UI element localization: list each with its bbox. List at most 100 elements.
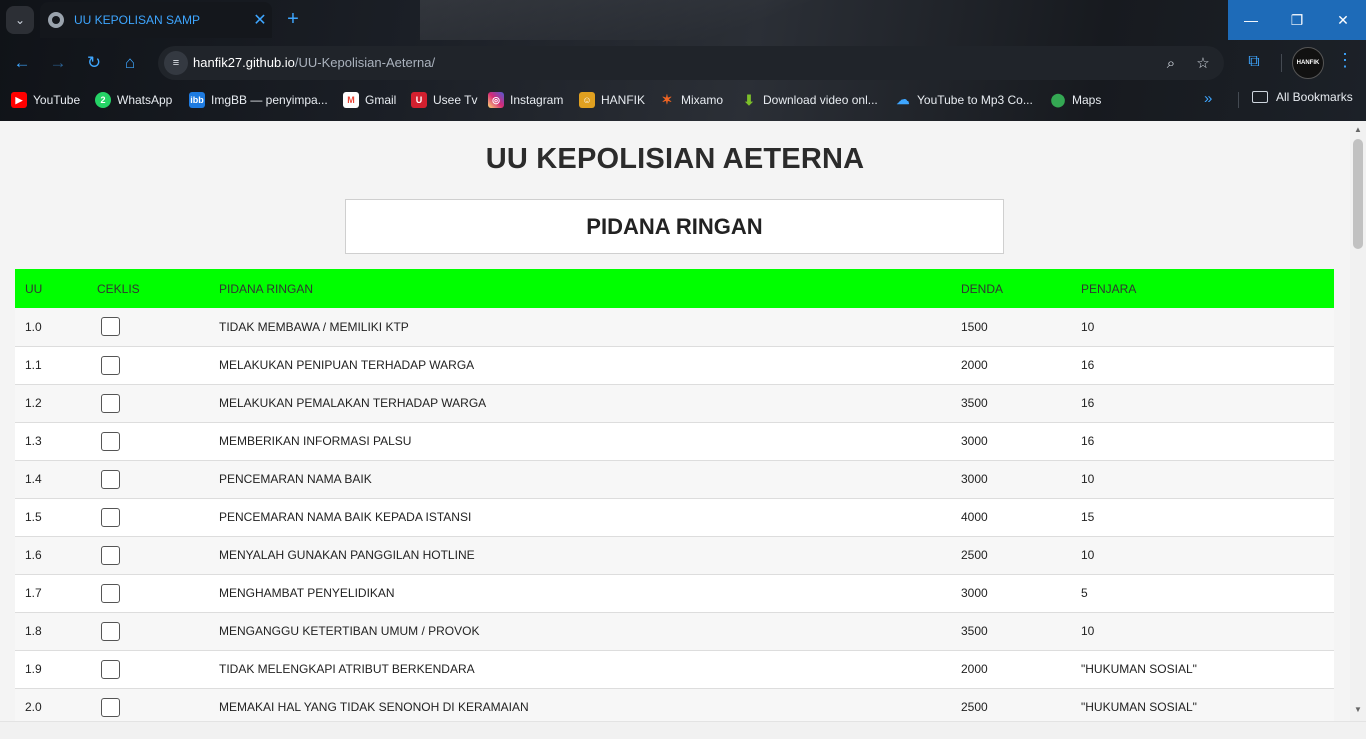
address-bar[interactable]: ≡ hanfik27.github.io/UU-Kepolisian-Aeter…	[158, 46, 1224, 80]
cell-uu: 1.2	[25, 396, 42, 410]
cell-uu: 1.7	[25, 586, 42, 600]
site-info-icon[interactable]: ≡	[164, 51, 188, 75]
bookmark-useetv[interactable]: U Usee Tv	[411, 90, 477, 110]
bookmark-label: Instagram	[510, 93, 564, 107]
maps-icon: ⬤	[1050, 92, 1066, 107]
bookmark-mixamo[interactable]: ✶ Mixamo	[659, 90, 723, 110]
scroll-down-icon[interactable]: ▼	[1354, 705, 1362, 714]
bookmarks-divider	[1238, 92, 1239, 108]
gmail-icon: M	[343, 92, 359, 108]
table-row: 1.1 MELAKUKAN PENIPUAN TERHADAP WARGA 2000…	[15, 346, 1334, 384]
minimize-button[interactable]: —	[1228, 0, 1274, 40]
cell-penjara: 10	[1081, 624, 1095, 638]
close-window-button[interactable]: ✕	[1320, 0, 1366, 40]
vertical-scrollbar[interactable]: ▲ ▼	[1350, 121, 1366, 721]
cell-ceklis	[87, 688, 209, 721]
row-checkbox[interactable]	[101, 545, 120, 565]
row-checkbox[interactable]	[101, 507, 120, 527]
bookmark-label: YouTube to Mp3 Co...	[917, 93, 1033, 107]
cell-uu: 2.0	[25, 700, 42, 714]
cell-penjara: 16	[1081, 434, 1095, 448]
mixamo-icon: ✶	[661, 92, 673, 107]
cell-pidana: MELAKUKAN PENIPUAN TERHADAP WARGA	[219, 358, 475, 372]
bookmarks-bar: ▶ YouTube 2 WhatsApp ibb ImgBB — penyimpa..…	[0, 88, 1366, 112]
row-checkbox[interactable]	[101, 431, 120, 451]
bookmark-gmail[interactable]: M Gmail	[343, 90, 396, 110]
cell-uu: 1.8	[25, 624, 42, 638]
extensions-icon[interactable]: ⧉	[1242, 50, 1266, 74]
restore-button[interactable]: ❐	[1274, 0, 1320, 40]
cell-penjara: 16	[1081, 396, 1095, 410]
more-bookmarks-icon[interactable]: »	[1204, 90, 1212, 107]
menu-kebab-icon[interactable]: ⋮	[1336, 50, 1354, 71]
cell-ceklis	[87, 498, 209, 536]
cell-pidana: PENCEMARAN NAMA BAIK	[219, 472, 372, 486]
table-row: 1.0 TIDAK MEMBAWA / MEMILIKI KTP 1500 10	[15, 308, 1334, 346]
reload-button[interactable]: ↻	[81, 50, 107, 76]
cell-pidana: MEMBERIKAN INFORMASI PALSU	[219, 434, 412, 448]
bookmark-label: HANFIK	[601, 93, 646, 107]
row-checkbox[interactable]	[101, 393, 120, 413]
cell-denda: 3500	[961, 396, 988, 410]
url-host: hanfik27.github.io	[193, 55, 295, 70]
horizontal-scrollbar[interactable]	[0, 721, 1366, 739]
forward-button[interactable]: →	[45, 50, 71, 76]
bookmark-imgbb[interactable]: ibb ImgBB — penyimpa...	[189, 90, 328, 110]
tab-active[interactable]: UU KEPOLISAN SAMP ✕	[40, 2, 272, 38]
cell-pidana: MELAKUKAN PEMALAKAN TERHADAP WARGA	[219, 396, 487, 410]
bookmark-label: Usee Tv	[433, 93, 478, 107]
cell-ceklis	[87, 650, 209, 688]
cell-denda: 3500	[961, 624, 988, 638]
bookmark-label: Gmail	[365, 93, 397, 107]
profile-avatar[interactable]: HANFIK	[1292, 47, 1324, 79]
globe-icon	[48, 12, 64, 28]
bookmark-youtube[interactable]: ▶ YouTube	[11, 90, 80, 110]
bookmark-download-video[interactable]: ⬇ Download video onl...	[741, 90, 878, 110]
cell-denda: 3000	[961, 434, 988, 448]
scroll-up-icon[interactable]: ▲	[1354, 125, 1362, 134]
cell-denda: 4000	[961, 510, 988, 524]
row-checkbox[interactable]	[101, 659, 120, 679]
row-checkbox[interactable]	[101, 317, 120, 337]
row-checkbox[interactable]	[101, 621, 120, 641]
folder-icon	[1252, 91, 1268, 103]
cell-uu: 1.5	[25, 510, 42, 524]
row-checkbox[interactable]	[101, 583, 120, 603]
tab-search-button[interactable]: ⌄	[6, 6, 34, 34]
cell-uu: 1.4	[25, 472, 42, 486]
zoom-icon[interactable]: ⌕	[1160, 52, 1182, 74]
all-bookmarks-button[interactable]: All Bookmarks	[1252, 90, 1353, 104]
url-text[interactable]: hanfik27.github.io/UU-Kepolisian-Aeterna…	[193, 55, 435, 70]
close-tab-icon[interactable]: ✕	[252, 10, 268, 30]
bookmark-label: YouTube	[33, 93, 81, 107]
all-bookmarks-label: All Bookmarks	[1276, 90, 1353, 104]
tab-title: UU KEPOLISAN SAMP	[74, 13, 201, 27]
table-row: 1.2 MELAKUKAN PEMALAKAN TERHADAP WARGA 350…	[15, 384, 1334, 422]
bookmark-whatsapp[interactable]: 2 WhatsApp	[95, 90, 172, 110]
youtube-icon: ▶	[11, 92, 27, 108]
table-header-row: UU CEKLIS PIDANA RINGAN DENDA PENJARA	[15, 269, 1334, 308]
cell-uu: 1.9	[25, 662, 42, 676]
bookmark-star-icon[interactable]: ☆	[1192, 52, 1214, 74]
home-button[interactable]: ⌂	[117, 50, 143, 76]
bookmark-hanfik[interactable]: ☺ HANFIK	[579, 90, 645, 110]
bookmark-maps[interactable]: ⬤ Maps	[1050, 90, 1102, 110]
cell-uu: 1.3	[25, 434, 42, 448]
row-checkbox[interactable]	[101, 469, 120, 489]
row-checkbox[interactable]	[101, 355, 120, 375]
cell-penjara: 10	[1081, 548, 1095, 562]
new-tab-button[interactable]: +	[282, 8, 304, 31]
cell-penjara: 10	[1081, 319, 1095, 334]
bookmark-instagram[interactable]: ◎ Instagram	[488, 90, 563, 110]
scrollbar-thumb[interactable]	[1353, 139, 1363, 249]
cell-denda: 2500	[961, 548, 988, 562]
table-row: 2.0 MEMAKAI HAL YANG TIDAK SENONOH DI KER…	[15, 688, 1334, 721]
back-button[interactable]: ←	[9, 50, 35, 76]
cell-denda: 3000	[961, 472, 988, 486]
bookmark-label: Maps	[1072, 93, 1102, 107]
row-checkbox[interactable]	[101, 697, 120, 717]
cell-denda: 2500	[961, 700, 988, 714]
cell-uu: 1.0	[25, 319, 42, 334]
table-row: 1.4 PENCEMARAN NAMA BAIK 3000 10	[15, 460, 1334, 498]
bookmark-youtube-mp3[interactable]: ☁ YouTube to Mp3 Co...	[895, 90, 1033, 110]
